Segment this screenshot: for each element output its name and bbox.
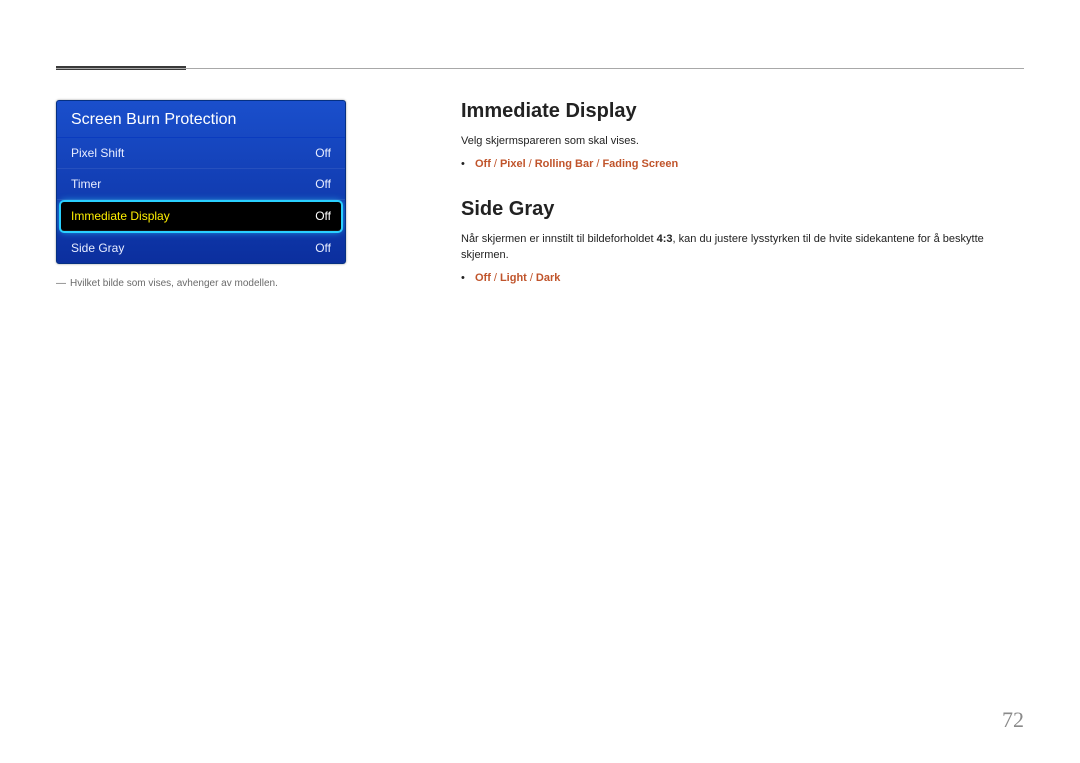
osd-panel: Screen Burn Protection Pixel Shift Off T… bbox=[56, 100, 346, 264]
osd-label: Side Gray bbox=[71, 241, 124, 255]
section-title-immediate-display: Immediate Display bbox=[461, 100, 1024, 123]
section-title-side-gray: Side Gray bbox=[461, 198, 1024, 221]
left-column: Screen Burn Protection Pixel Shift Off T… bbox=[56, 100, 346, 312]
osd-value: Off bbox=[315, 146, 331, 160]
footnote: ― Hvilket bilde som vises, avhenger av mo… bbox=[56, 278, 346, 289]
page-content: Screen Burn Protection Pixel Shift Off T… bbox=[56, 100, 1024, 312]
osd-title: Screen Burn Protection bbox=[57, 101, 345, 138]
osd-value: Off bbox=[315, 177, 331, 191]
osd-label: Immediate Display bbox=[71, 209, 170, 223]
osd-row-timer[interactable]: Timer Off bbox=[57, 169, 345, 200]
header-divider bbox=[56, 68, 1024, 69]
options-immediate-display: Off/Pixel/Rolling Bar/Fading Screen bbox=[461, 158, 1024, 170]
osd-row-immediate-display[interactable]: Immediate Display Off bbox=[61, 202, 341, 231]
osd-row-side-gray[interactable]: Side Gray Off bbox=[57, 233, 345, 263]
osd-label: Timer bbox=[71, 177, 101, 191]
aspect-ratio: 4:3 bbox=[657, 233, 673, 245]
right-column: Immediate Display Velg skjermspareren so… bbox=[461, 100, 1024, 312]
options-side-gray: Off/Light/Dark bbox=[461, 272, 1024, 284]
osd-label: Pixel Shift bbox=[71, 146, 124, 160]
footnote-dash: ― bbox=[56, 278, 66, 289]
osd-value: Off bbox=[315, 209, 331, 223]
osd-value: Off bbox=[315, 241, 331, 255]
osd-row-pixel-shift[interactable]: Pixel Shift Off bbox=[57, 138, 345, 169]
page-number: 72 bbox=[1002, 707, 1024, 733]
section-body: Når skjermen er innstilt til bildeforhol… bbox=[461, 231, 1024, 264]
footnote-text: Hvilket bilde som vises, avhenger av mod… bbox=[70, 278, 278, 289]
section-body: Velg skjermspareren som skal vises. bbox=[461, 133, 1024, 150]
